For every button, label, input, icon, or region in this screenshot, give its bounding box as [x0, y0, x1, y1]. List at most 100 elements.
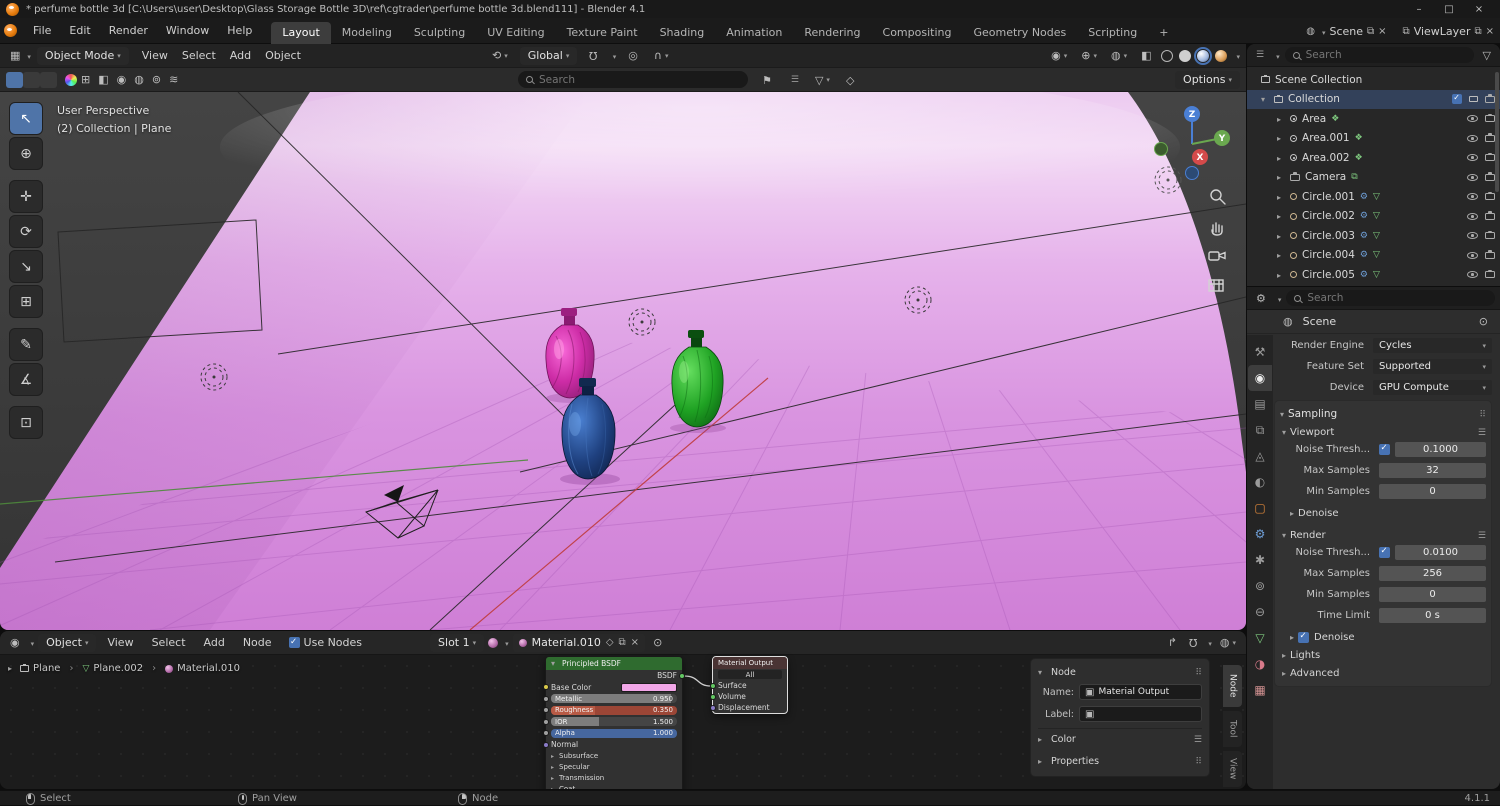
collection-checkbox[interactable]	[1452, 93, 1462, 105]
tab-physics[interactable]: ⊚	[1248, 573, 1272, 599]
shader-menu-node[interactable]: Node	[236, 636, 279, 649]
grip-icon[interactable]	[1195, 667, 1202, 678]
alpha-slider[interactable]: Alpha 1.000	[551, 728, 677, 738]
render-visibility-icon[interactable]	[1485, 250, 1495, 259]
noise-threshold-checkbox[interactable]	[1379, 443, 1390, 455]
node-material-output[interactable]: Material Output All Surface Volume Displ…	[710, 656, 788, 714]
select-box-tool-button[interactable]: ↖	[9, 102, 43, 135]
roughness-socket[interactable]	[543, 707, 549, 714]
select-mode-new-button[interactable]	[6, 71, 23, 88]
viewport-canvas[interactable]: Z Y X ↖ ⊕ ✛ ⟳ ↘ ⊞ ✎ ∡ ⊡ User Perspective…	[0, 69, 1246, 630]
shading-material-button[interactable]	[1194, 46, 1213, 65]
eye-icon[interactable]	[1467, 271, 1478, 279]
grip-icon[interactable]	[1195, 756, 1202, 767]
unlink-scene-icon[interactable]: ×	[1378, 26, 1386, 37]
time-limit-field[interactable]: 0 s	[1379, 607, 1486, 623]
render-sampling-header[interactable]: Render	[1282, 526, 1486, 544]
tab-tool[interactable]: ⚒	[1248, 339, 1272, 365]
render-visibility-icon[interactable]	[1485, 113, 1495, 123]
expand-icon[interactable]	[1277, 191, 1285, 203]
transform-tool-button[interactable]: ⊞	[9, 285, 43, 318]
sidebar-tab-node[interactable]: Node	[1223, 665, 1242, 707]
remove-viewlayer-icon[interactable]: ×	[1486, 26, 1494, 37]
render-max-samples-field[interactable]: 256	[1379, 565, 1486, 581]
workspace-tab-sculpting[interactable]: Sculpting	[403, 22, 476, 44]
expand-icon[interactable]	[1277, 132, 1285, 144]
base-color-swatch[interactable]	[621, 682, 677, 692]
workspace-tab-texture-paint[interactable]: Texture Paint	[556, 22, 649, 44]
properties-search[interactable]	[1286, 290, 1495, 306]
copy-material-icon[interactable]: ⧉	[619, 637, 626, 648]
tab-world[interactable]: ◐	[1248, 469, 1272, 495]
scene-name[interactable]: Scene	[1329, 25, 1363, 38]
eye-icon[interactable]	[1467, 134, 1478, 142]
tab-modifiers[interactable]: ⚙	[1248, 521, 1272, 547]
render-visibility-icon[interactable]	[1485, 230, 1495, 240]
snap-magnet-icon[interactable]: Ω	[585, 49, 601, 62]
screen-icon[interactable]	[1469, 96, 1478, 103]
eye-icon[interactable]	[1467, 154, 1478, 162]
matcap-icon[interactable]	[65, 73, 77, 86]
node-principled-bsdf[interactable]: Principled BSDF BSDF Base Color Metallic…	[543, 656, 685, 789]
device-dropdown[interactable]: GPU Compute	[1373, 379, 1492, 395]
render-visibility-icon[interactable]	[1485, 152, 1495, 162]
tool-icon-6[interactable]: ≋	[165, 73, 182, 86]
outliner-item-area002[interactable]: Area.002 ❖	[1247, 148, 1500, 168]
viewlayer-name[interactable]: ViewLayer	[1414, 25, 1471, 38]
viewport-max-samples-field[interactable]: 32	[1379, 462, 1486, 478]
render-min-samples-field[interactable]: 0	[1379, 586, 1486, 602]
viewport-min-samples-field[interactable]: 0	[1379, 483, 1486, 499]
workspace-tab-uv-editing[interactable]: UV Editing	[476, 22, 555, 44]
roughness-slider[interactable]: Roughness 0.350	[551, 705, 677, 715]
tab-texture[interactable]: ▦	[1248, 677, 1272, 703]
expand-icon[interactable]	[1277, 113, 1285, 125]
outliner-item-circle003[interactable]: Circle.003 ⚙ ▽	[1247, 226, 1500, 246]
eye-icon[interactable]	[1467, 232, 1478, 240]
cursor-tool-button[interactable]: ⊕	[9, 137, 43, 170]
bookmark-icon[interactable]: ⚑	[758, 74, 776, 87]
xray-toggle-icon[interactable]: ◧	[1137, 49, 1155, 62]
tab-render[interactable]: ◉	[1248, 365, 1272, 391]
shader-type-dropdown[interactable]: Object	[38, 633, 97, 652]
workspace-tab-compositing[interactable]: Compositing	[872, 22, 963, 44]
outliner-item-area001[interactable]: Area.001 ❖	[1247, 129, 1500, 149]
render-visibility-icon[interactable]	[1485, 211, 1495, 220]
eye-icon[interactable]	[1467, 115, 1478, 123]
properties-search-input[interactable]	[1307, 292, 1487, 304]
chevron-icon[interactable]	[8, 663, 16, 674]
tool-icon-2[interactable]: ◧	[94, 73, 112, 86]
viewport-denoise-header[interactable]: Denoise	[1290, 504, 1486, 522]
bsdf-output-socket[interactable]	[679, 672, 685, 679]
collapse-icon[interactable]	[551, 659, 559, 668]
tab-constraints[interactable]: ⊖	[1248, 599, 1272, 625]
shading-wireframe-button[interactable]	[1161, 49, 1174, 62]
viewlayer-browse-icon[interactable]: ⧉	[1403, 26, 1410, 37]
orientation-dropdown[interactable]: Global	[519, 46, 578, 65]
workspace-tab-modeling[interactable]: Modeling	[331, 22, 403, 44]
render-visibility-icon[interactable]	[1485, 191, 1495, 201]
eye-icon[interactable]	[1467, 173, 1478, 181]
snap-node-icon[interactable]: Ω	[1185, 636, 1201, 649]
scene-browse-icon[interactable]: ◍	[1306, 26, 1315, 37]
properties-section[interactable]: Properties	[1038, 750, 1202, 772]
noise-threshold-checkbox[interactable]	[1379, 546, 1390, 558]
pin-icon[interactable]: ⊙	[1475, 315, 1492, 328]
visibility-icon[interactable]: ◉	[1047, 49, 1071, 62]
shading-rendered-button[interactable]	[1215, 49, 1228, 62]
editor-type-icon[interactable]: ◉	[6, 636, 24, 649]
grip-icon[interactable]	[1479, 408, 1486, 420]
use-nodes-checkbox[interactable]	[288, 637, 300, 648]
mode-dropdown[interactable]: Object Mode	[36, 46, 129, 65]
node-label-field[interactable]: ▣	[1079, 706, 1202, 722]
expand-icon[interactable]	[1277, 171, 1285, 183]
viewport-search[interactable]	[518, 71, 748, 88]
scale-tool-button[interactable]: ↘	[9, 250, 43, 283]
outliner-item-camera[interactable]: Camera ⧉	[1247, 168, 1500, 188]
feature-set-dropdown[interactable]: Supported	[1373, 358, 1492, 374]
viewport-noise-field[interactable]: 0.1000	[1395, 441, 1486, 457]
editor-type-icon[interactable]: ▦	[6, 49, 24, 62]
slot-dropdown[interactable]: Slot 1	[430, 633, 485, 652]
window-minimize-button[interactable]	[1404, 0, 1434, 18]
outliner-scrollbar[interactable]	[1495, 72, 1499, 192]
viewport-menu-object[interactable]: Object	[258, 49, 308, 62]
